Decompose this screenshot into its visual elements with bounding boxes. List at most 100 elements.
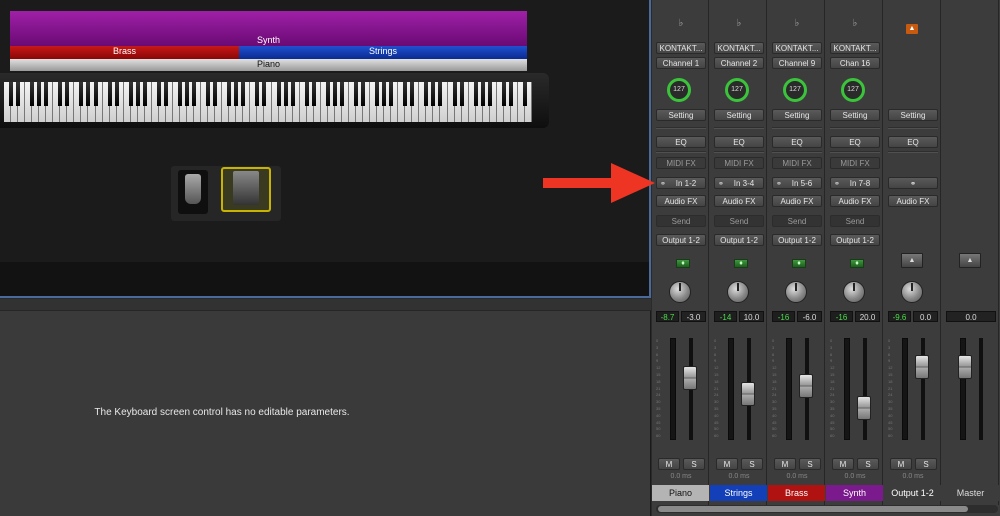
layer-strings[interactable]: Strings [239,46,527,59]
midi-channel-slot[interactable]: Chan 16 [830,57,880,69]
black-key[interactable] [65,82,70,106]
instrument-plugin-slot[interactable]: KONTAKT... [772,42,822,54]
black-key[interactable] [487,82,492,106]
track-name-label[interactable]: Brass [768,485,825,501]
black-key[interactable] [58,82,63,106]
fader-track[interactable] [960,338,966,440]
eq-slot[interactable]: EQ [656,136,706,148]
eq-slot[interactable]: EQ [714,136,764,148]
pan-knob[interactable] [901,281,923,303]
sustain-pedal-icon[interactable] [178,170,208,214]
solo-button[interactable]: S [683,458,705,470]
layer-brass[interactable]: Brass [10,46,239,59]
send-slot[interactable]: Send [714,215,764,227]
black-key[interactable] [522,82,527,106]
midi-fx-slot[interactable]: MIDI FX [830,157,880,169]
midi-fx-slot[interactable]: MIDI FX [714,157,764,169]
black-key[interactable] [213,82,218,106]
black-key[interactable] [206,82,211,106]
mute-button[interactable]: M [890,458,912,470]
pan-knob[interactable] [785,281,807,303]
audio-fx-slot[interactable]: Audio FX [888,195,938,207]
black-key[interactable] [389,82,394,106]
black-key[interactable] [438,82,443,106]
eq-slot[interactable]: EQ [772,136,822,148]
mute-button[interactable]: M [832,458,854,470]
output-slot[interactable]: Output 1-2 [830,234,880,246]
volume-readout[interactable]: -9.6 [888,311,911,322]
black-key[interactable] [410,82,415,106]
black-key[interactable] [473,82,478,106]
volume-readout[interactable]: -8.7 [656,311,679,322]
instrument-volume-knob[interactable]: 127 [725,78,749,102]
volume-fader[interactable] [857,395,871,420]
black-key[interactable] [156,82,161,106]
black-key[interactable] [135,82,140,106]
black-key[interactable] [276,82,281,106]
fader-track[interactable] [844,338,850,440]
black-key[interactable] [403,82,408,106]
black-key[interactable] [241,82,246,106]
black-key[interactable] [79,82,84,106]
peak-readout[interactable]: 20.0 [855,311,880,322]
black-key[interactable] [192,82,197,106]
black-key[interactable] [361,82,366,106]
audio-fx-slot[interactable]: Audio FX [772,195,822,207]
stereo-format-icon[interactable]: ▲ [959,253,981,268]
black-key[interactable] [480,82,485,106]
setting-button[interactable]: Setting [656,109,706,121]
fader-track[interactable] [728,338,734,440]
send-slot[interactable]: Send [772,215,822,227]
link-icon[interactable]: ♦ [772,258,822,270]
black-key[interactable] [163,82,168,106]
black-key[interactable] [185,82,190,106]
mixer-scrollbar[interactable] [656,505,998,513]
expression-pedal-icon[interactable] [221,167,271,212]
solo-button[interactable]: S [915,458,937,470]
peak-readout[interactable]: 10.0 [739,311,764,322]
output-slot[interactable]: Output 1-2 [714,234,764,246]
black-key[interactable] [128,82,133,106]
audio-fx-slot[interactable]: Audio FX [656,195,706,207]
black-key[interactable] [142,82,147,106]
black-key[interactable] [325,82,330,106]
audio-fx-slot[interactable]: Audio FX [714,195,764,207]
setting-button[interactable]: Setting [772,109,822,121]
track-name-label[interactable]: Master [942,485,999,501]
pan-knob[interactable] [843,281,865,303]
volume-readout[interactable]: -16 [830,311,853,322]
volume-fader[interactable] [915,355,929,380]
eq-slot[interactable]: EQ [888,136,938,148]
instrument-volume-knob[interactable]: 127 [783,78,807,102]
black-key[interactable] [107,82,112,106]
layer-synth[interactable]: Synth [10,11,527,46]
black-key[interactable] [234,82,239,106]
black-key[interactable] [424,82,429,106]
send-slot[interactable]: Send [656,215,706,227]
black-key[interactable] [44,82,49,106]
black-key[interactable] [382,82,387,106]
fader-track[interactable] [902,338,908,440]
solo-button[interactable]: S [857,458,879,470]
black-key[interactable] [114,82,119,106]
volume-fader[interactable] [741,381,755,406]
pan-knob[interactable] [727,281,749,303]
track-name-label[interactable]: Synth [826,485,883,501]
volume-readout[interactable]: -16 [772,311,795,322]
mute-button[interactable]: M [774,458,796,470]
stereo-format-icon[interactable]: ▲ [901,253,923,268]
black-key[interactable] [290,82,295,106]
volume-fader[interactable] [958,355,972,380]
volume-readout[interactable]: -14 [714,311,737,322]
peak-readout[interactable]: 0.0 [913,311,938,322]
volume-fader[interactable] [799,373,813,398]
black-key[interactable] [86,82,91,106]
solo-button[interactable]: S [741,458,763,470]
black-key[interactable] [16,82,21,106]
black-key[interactable] [9,82,14,106]
black-key[interactable] [37,82,42,106]
instrument-volume-knob[interactable]: 127 [841,78,865,102]
black-key[interactable] [375,82,380,106]
midi-fx-slot[interactable]: MIDI FX [772,157,822,169]
black-key[interactable] [332,82,337,106]
